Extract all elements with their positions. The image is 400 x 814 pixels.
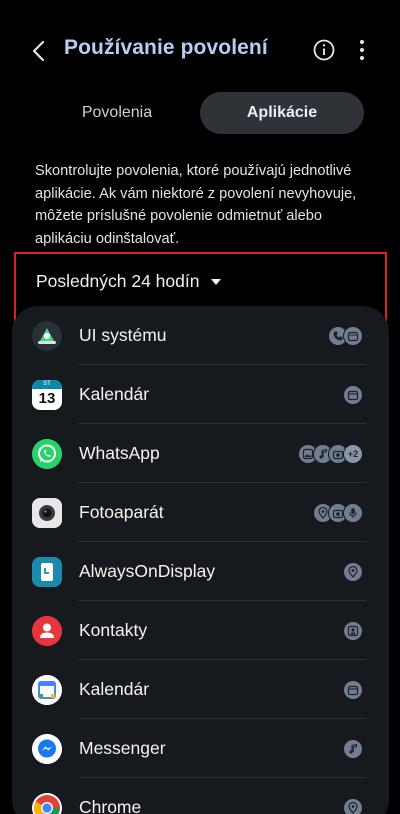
time-filter-dropdown[interactable]: Posledných 24 hodín xyxy=(36,271,222,292)
tab-bar: Povolenia Aplikácie xyxy=(34,92,364,134)
app-name: Kalendár xyxy=(79,679,150,699)
list-item[interactable]: Fotoaparát xyxy=(12,483,389,542)
contacts-app-icon xyxy=(32,616,62,646)
music-icon xyxy=(343,739,363,759)
back-button[interactable] xyxy=(26,38,50,64)
more-vert-icon xyxy=(360,40,364,44)
list-item[interactable]: Chrome xyxy=(12,778,389,814)
location-icon xyxy=(343,562,363,582)
contacts-icon xyxy=(343,621,363,641)
app-name: Fotoaparát xyxy=(79,502,164,522)
calendar-icon xyxy=(343,385,363,405)
permission-icons xyxy=(343,680,363,700)
permission-icons xyxy=(313,503,363,523)
app-name: AlwaysOnDisplay xyxy=(79,561,216,581)
tab-apps[interactable]: Aplikácie xyxy=(200,92,364,134)
list-item[interactable]: WhatsApp +2 xyxy=(12,424,389,483)
app-name: WhatsApp xyxy=(79,443,160,463)
always-on-display-icon xyxy=(32,557,62,587)
camera-app-icon xyxy=(32,498,62,528)
permission-icons: +2 xyxy=(298,444,363,464)
description-text: Skontrolujte povolenia, ktoré používajú … xyxy=(35,163,357,247)
permission-icons xyxy=(343,621,363,641)
app-name: UI systému xyxy=(79,325,167,345)
more-permissions-badge: +2 xyxy=(343,444,363,464)
system-ui-icon xyxy=(32,321,62,351)
google-calendar-icon xyxy=(32,675,62,705)
app-name: Messenger xyxy=(79,738,166,758)
app-bar: Používanie povolení xyxy=(0,0,400,100)
app-name: Kalendár xyxy=(79,384,150,404)
list-item[interactable]: Messenger xyxy=(12,719,389,778)
permission-icons xyxy=(343,562,363,582)
messenger-icon xyxy=(32,734,62,764)
permission-icons xyxy=(343,739,363,759)
permission-icons xyxy=(328,326,363,346)
app-list: UI systému ST 13 Kalendár WhatsApp +2 Fo… xyxy=(12,306,389,814)
list-item[interactable]: AlwaysOnDisplay xyxy=(12,542,389,601)
list-item[interactable]: Kalendár xyxy=(12,660,389,719)
whatsapp-icon xyxy=(32,439,62,469)
list-item[interactable]: ST 13 Kalendár xyxy=(12,365,389,424)
calendar-icon xyxy=(343,326,363,346)
more-options-button[interactable] xyxy=(352,38,372,62)
microphone-icon xyxy=(343,503,363,523)
app-name: Chrome xyxy=(79,797,142,814)
permission-icons xyxy=(343,798,363,814)
info-icon xyxy=(313,39,335,61)
location-icon xyxy=(343,798,363,814)
page-title: Používanie povolení xyxy=(64,36,268,59)
permission-icons xyxy=(343,385,363,405)
time-filter-label: Posledných 24 hodín xyxy=(36,271,200,291)
list-item[interactable]: UI systému xyxy=(12,306,389,365)
calendar-app-icon: ST 13 xyxy=(32,380,62,410)
chrome-icon xyxy=(32,793,62,814)
app-name: Kontakty xyxy=(79,620,148,640)
calendar-icon xyxy=(343,680,363,700)
back-arrow-icon xyxy=(32,40,45,62)
dropdown-caret-icon xyxy=(211,278,222,285)
tab-permissions[interactable]: Povolenia xyxy=(34,92,200,134)
list-item[interactable]: Kontakty xyxy=(12,601,389,660)
info-button[interactable] xyxy=(312,38,336,62)
